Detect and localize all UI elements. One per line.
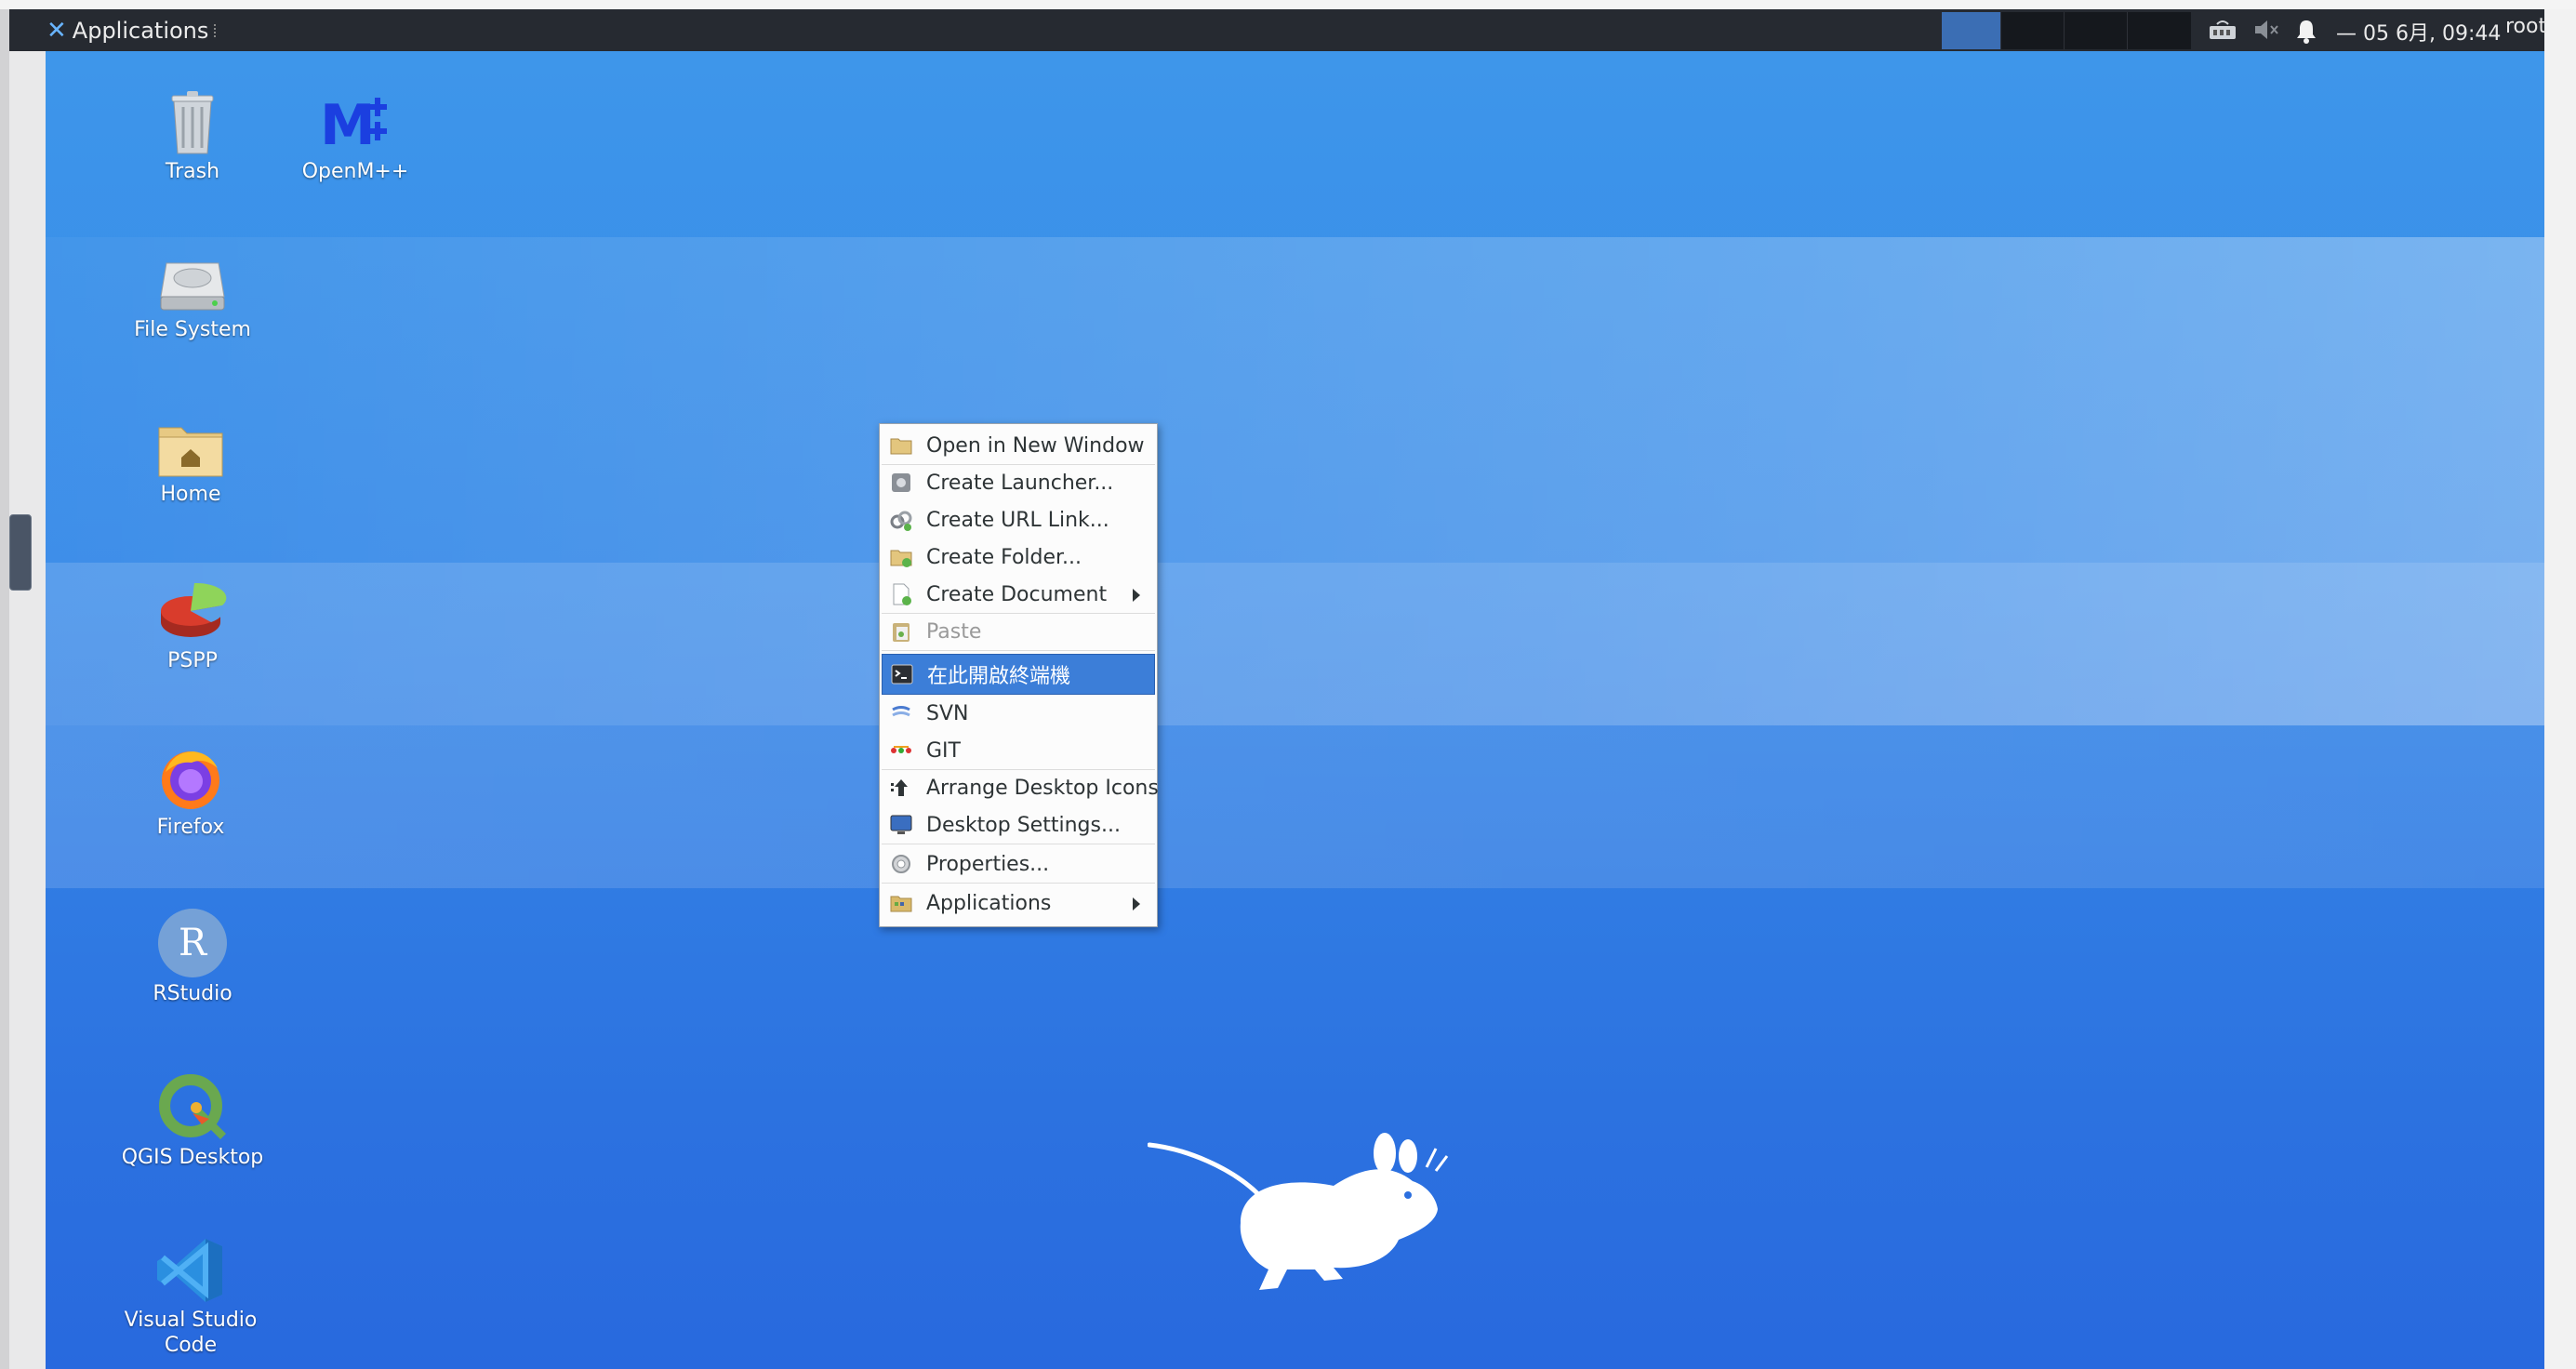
trash-icon [171, 91, 214, 154]
desktop-icon-label: Home [160, 483, 221, 506]
menu-item-paste[interactable]: Paste [882, 614, 1155, 649]
arrange-icon [891, 779, 908, 796]
desktop-icon-pspp[interactable]: PSPP [113, 579, 272, 673]
desktop-settings-icon [890, 815, 912, 834]
desktop-icon-label: PSPP [167, 649, 218, 672]
submenu-arrow-icon [1133, 589, 1140, 602]
menu-item-label: Properties... [926, 852, 1050, 876]
svg-text:R: R [179, 922, 208, 964]
user-name[interactable]: root [2505, 15, 2546, 38]
xfce-logo-icon: ✕ [46, 16, 67, 45]
wallpaper-band [46, 725, 2544, 888]
menu-item-applications[interactable]: Applications [882, 885, 1155, 921]
new-folder-icon [890, 550, 912, 567]
menu-item-properties[interactable]: Properties... [882, 846, 1155, 882]
desktop-icon-label: Trash [165, 160, 220, 183]
desktop-icon-vscode[interactable]: Visual Studio Code [112, 1235, 270, 1358]
volume-muted-icon[interactable] [2252, 17, 2280, 43]
desktop-icon-openm[interactable]: M OpenM++ [276, 88, 434, 184]
desktop-icon-label: QGIS Desktop [121, 1146, 264, 1169]
openm-logo-icon: M [320, 93, 387, 157]
link-icon [890, 511, 912, 531]
menu-item-svn[interactable]: SVN [882, 696, 1155, 731]
window-frame-right [2544, 9, 2576, 1369]
new-document-icon [893, 583, 911, 605]
window-frame-top [0, 0, 2576, 9]
menu-item-arrange-desktop-icons[interactable]: Arrange Desktop Icons [882, 770, 1159, 805]
desktop-icon-firefox[interactable]: Firefox [112, 744, 270, 840]
menu-item-label: Create Launcher... [926, 471, 1114, 495]
menu-item-label: Applications [926, 891, 1052, 915]
wallpaper-band [46, 237, 2544, 563]
menu-item-create-url-link[interactable]: Create URL Link... [882, 502, 1155, 538]
side-panel-handle[interactable] [9, 514, 32, 591]
home-folder-icon [158, 427, 223, 477]
svg-text:M: M [320, 93, 376, 157]
menu-item-label: Create URL Link... [926, 508, 1109, 532]
menu-separator [882, 883, 1155, 884]
menu-item-git[interactable]: GIT [882, 733, 1155, 768]
menu-item-label: Open in New Window [926, 433, 1145, 458]
workspace-4-button[interactable] [2127, 12, 2191, 49]
menu-item-label: Create Folder... [926, 545, 1082, 569]
vscode-icon [157, 1239, 222, 1302]
menu-item-label: SVN [926, 701, 969, 725]
network-icon[interactable] [2204, 17, 2243, 43]
wallpaper-band [46, 563, 2544, 725]
menu-item-create-launcher[interactable]: Create Launcher... [882, 465, 1155, 500]
menu-item-label: GIT [926, 738, 961, 763]
window-frame-left [0, 9, 9, 1369]
firefox-icon [162, 751, 219, 809]
paste-icon [893, 623, 910, 642]
desktop[interactable]: Trash M OpenM++ File System Home PSPP Fi… [46, 51, 2544, 1369]
menu-item-open-terminal-here[interactable]: 在此開啟終端機 [882, 654, 1155, 695]
menu-item-create-folder[interactable]: Create Folder... [882, 539, 1155, 575]
desktop-context-menu: Open in New Window Create Launcher... Cr… [879, 423, 1159, 927]
menu-separator [882, 650, 1155, 651]
clock[interactable]: — 05 6月, 09:44 [2336, 17, 2501, 47]
rstudio-icon: R [158, 909, 227, 977]
desktop-icon-label: Firefox [156, 816, 225, 839]
svn-icon [892, 706, 910, 717]
menu-item-label: Paste [926, 619, 982, 644]
pspp-pie-chart-icon [161, 582, 227, 637]
desktop-icon-label: OpenM++ [301, 160, 409, 183]
menu-item-label: 在此開啟終端機 [927, 665, 1071, 688]
applications-menu-label: Applications [72, 17, 209, 44]
desktop-icon-qgis[interactable]: QGIS Desktop [113, 1072, 272, 1170]
qgis-icon [159, 1074, 226, 1139]
desktop-icon-rstudio[interactable]: R RStudio [113, 907, 272, 1006]
menu-item-desktop-settings[interactable]: Desktop Settings... [882, 807, 1155, 843]
menu-item-open-in-new-window[interactable]: Open in New Window [882, 428, 1155, 463]
folder-icon [890, 438, 912, 455]
xfce-mouse-logo [1148, 1133, 1449, 1290]
terminal-icon [891, 664, 913, 684]
applications-menu-button[interactable]: ✕ Applications [46, 9, 219, 51]
git-icon [891, 746, 911, 753]
menu-item-create-document[interactable]: Create Document [882, 577, 1155, 612]
notification-bell-icon[interactable] [2292, 17, 2320, 45]
applications-icon [890, 896, 912, 912]
submenu-arrow-icon [1133, 897, 1140, 910]
desktop-icon-label: RStudio [153, 982, 232, 1005]
menu-item-label: Create Document [926, 582, 1108, 606]
top-panel: ✕ Applications — 05 6月, 09:44 root [9, 9, 2546, 51]
workspace-1-button[interactable] [1942, 12, 2000, 49]
properties-icon [892, 855, 910, 873]
panel-grip-icon [214, 23, 219, 37]
workspace-2-button[interactable] [2000, 12, 2065, 49]
menu-item-label: Arrange Desktop Icons [926, 776, 1159, 800]
launcher-icon [892, 473, 910, 492]
desktop-icon-label: Visual Studio Code [124, 1309, 258, 1357]
workspace-3-button[interactable] [2064, 12, 2128, 49]
menu-item-label: Desktop Settings... [926, 813, 1121, 837]
hard-drive-icon [160, 262, 225, 311]
desktop-icon-file-system[interactable]: File System [113, 256, 272, 342]
desktop-icon-label: File System [134, 318, 251, 341]
desktop-icon-trash[interactable]: Trash [113, 88, 272, 184]
desktop-icon-home[interactable]: Home [112, 419, 270, 507]
